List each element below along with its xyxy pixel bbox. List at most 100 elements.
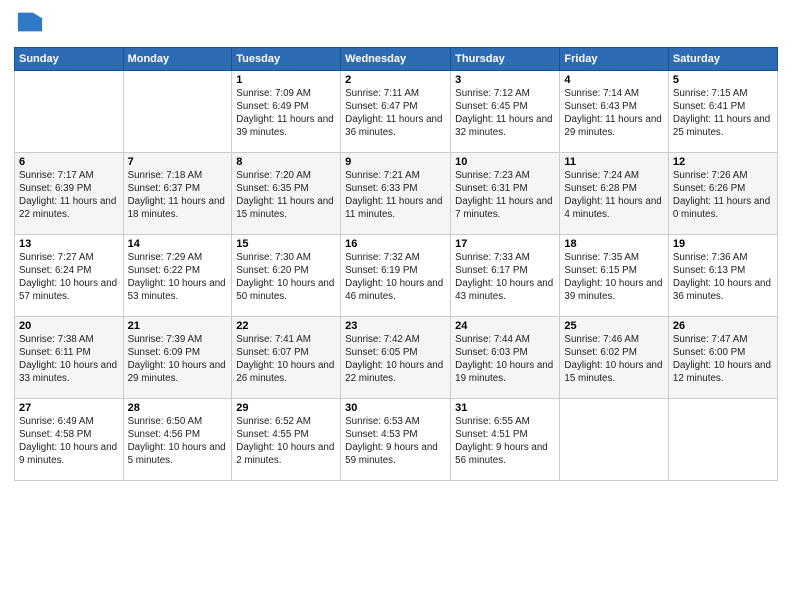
calendar-cell: 26Sunrise: 7:47 AMSunset: 6:00 PMDayligh… xyxy=(668,316,777,398)
calendar-cell: 29Sunrise: 6:52 AMSunset: 4:55 PMDayligh… xyxy=(232,398,341,480)
calendar-cell xyxy=(560,398,668,480)
calendar-cell xyxy=(123,70,232,152)
calendar-cell: 19Sunrise: 7:36 AMSunset: 6:13 PMDayligh… xyxy=(668,234,777,316)
day-number: 31 xyxy=(455,402,555,414)
day-number: 10 xyxy=(455,156,555,168)
day-number: 26 xyxy=(673,320,773,332)
day-info: Sunrise: 7:42 AMSunset: 6:05 PMDaylight:… xyxy=(345,333,446,386)
day-number: 5 xyxy=(673,74,773,86)
calendar-week-row: 20Sunrise: 7:38 AMSunset: 6:11 PMDayligh… xyxy=(15,316,778,398)
day-number: 30 xyxy=(345,402,446,414)
day-info: Sunrise: 7:47 AMSunset: 6:00 PMDaylight:… xyxy=(673,333,773,386)
day-info: Sunrise: 7:41 AMSunset: 6:07 PMDaylight:… xyxy=(236,333,336,386)
calendar-cell: 28Sunrise: 6:50 AMSunset: 4:56 PMDayligh… xyxy=(123,398,232,480)
weekday-header-thursday: Thursday xyxy=(451,47,560,70)
calendar-cell: 9Sunrise: 7:21 AMSunset: 6:33 PMDaylight… xyxy=(341,152,451,234)
day-info: Sunrise: 7:21 AMSunset: 6:33 PMDaylight:… xyxy=(345,169,446,222)
day-number: 12 xyxy=(673,156,773,168)
day-number: 9 xyxy=(345,156,446,168)
day-info: Sunrise: 7:23 AMSunset: 6:31 PMDaylight:… xyxy=(455,169,555,222)
calendar-cell: 23Sunrise: 7:42 AMSunset: 6:05 PMDayligh… xyxy=(341,316,451,398)
calendar-cell: 12Sunrise: 7:26 AMSunset: 6:26 PMDayligh… xyxy=(668,152,777,234)
day-number: 1 xyxy=(236,74,336,86)
calendar-week-row: 6Sunrise: 7:17 AMSunset: 6:39 PMDaylight… xyxy=(15,152,778,234)
day-info: Sunrise: 7:32 AMSunset: 6:19 PMDaylight:… xyxy=(345,251,446,304)
calendar-cell: 1Sunrise: 7:09 AMSunset: 6:49 PMDaylight… xyxy=(232,70,341,152)
day-info: Sunrise: 7:12 AMSunset: 6:45 PMDaylight:… xyxy=(455,87,555,140)
calendar-cell: 6Sunrise: 7:17 AMSunset: 6:39 PMDaylight… xyxy=(15,152,124,234)
day-number: 18 xyxy=(564,238,663,250)
day-info: Sunrise: 7:39 AMSunset: 6:09 PMDaylight:… xyxy=(128,333,228,386)
day-number: 24 xyxy=(455,320,555,332)
calendar-cell: 5Sunrise: 7:15 AMSunset: 6:41 PMDaylight… xyxy=(668,70,777,152)
day-number: 25 xyxy=(564,320,663,332)
calendar-cell: 14Sunrise: 7:29 AMSunset: 6:22 PMDayligh… xyxy=(123,234,232,316)
day-info: Sunrise: 7:36 AMSunset: 6:13 PMDaylight:… xyxy=(673,251,773,304)
calendar-table: SundayMondayTuesdayWednesdayThursdayFrid… xyxy=(14,47,778,481)
calendar-cell xyxy=(15,70,124,152)
logo-icon xyxy=(16,10,44,34)
day-number: 14 xyxy=(128,238,228,250)
day-number: 19 xyxy=(673,238,773,250)
day-number: 27 xyxy=(19,402,119,414)
day-info: Sunrise: 7:29 AMSunset: 6:22 PMDaylight:… xyxy=(128,251,228,304)
day-info: Sunrise: 7:15 AMSunset: 6:41 PMDaylight:… xyxy=(673,87,773,140)
calendar-cell: 24Sunrise: 7:44 AMSunset: 6:03 PMDayligh… xyxy=(451,316,560,398)
weekday-header-friday: Friday xyxy=(560,47,668,70)
day-number: 4 xyxy=(564,74,663,86)
day-info: Sunrise: 7:14 AMSunset: 6:43 PMDaylight:… xyxy=(564,87,663,140)
day-number: 3 xyxy=(455,74,555,86)
calendar-cell: 13Sunrise: 7:27 AMSunset: 6:24 PMDayligh… xyxy=(15,234,124,316)
day-info: Sunrise: 6:55 AMSunset: 4:51 PMDaylight:… xyxy=(455,415,555,468)
day-info: Sunrise: 7:35 AMSunset: 6:15 PMDaylight:… xyxy=(564,251,663,304)
calendar-cell: 21Sunrise: 7:39 AMSunset: 6:09 PMDayligh… xyxy=(123,316,232,398)
calendar-cell: 18Sunrise: 7:35 AMSunset: 6:15 PMDayligh… xyxy=(560,234,668,316)
day-number: 17 xyxy=(455,238,555,250)
calendar-cell: 7Sunrise: 7:18 AMSunset: 6:37 PMDaylight… xyxy=(123,152,232,234)
calendar-cell: 4Sunrise: 7:14 AMSunset: 6:43 PMDaylight… xyxy=(560,70,668,152)
calendar-cell: 30Sunrise: 6:53 AMSunset: 4:53 PMDayligh… xyxy=(341,398,451,480)
calendar-cell: 20Sunrise: 7:38 AMSunset: 6:11 PMDayligh… xyxy=(15,316,124,398)
weekday-header-row: SundayMondayTuesdayWednesdayThursdayFrid… xyxy=(15,47,778,70)
calendar-page: SundayMondayTuesdayWednesdayThursdayFrid… xyxy=(0,0,792,612)
weekday-header-monday: Monday xyxy=(123,47,232,70)
day-info: Sunrise: 7:20 AMSunset: 6:35 PMDaylight:… xyxy=(236,169,336,222)
calendar-cell: 16Sunrise: 7:32 AMSunset: 6:19 PMDayligh… xyxy=(341,234,451,316)
calendar-cell: 27Sunrise: 6:49 AMSunset: 4:58 PMDayligh… xyxy=(15,398,124,480)
day-number: 21 xyxy=(128,320,228,332)
weekday-header-tuesday: Tuesday xyxy=(232,47,341,70)
day-info: Sunrise: 7:09 AMSunset: 6:49 PMDaylight:… xyxy=(236,87,336,140)
calendar-week-row: 27Sunrise: 6:49 AMSunset: 4:58 PMDayligh… xyxy=(15,398,778,480)
day-info: Sunrise: 7:46 AMSunset: 6:02 PMDaylight:… xyxy=(564,333,663,386)
calendar-cell: 22Sunrise: 7:41 AMSunset: 6:07 PMDayligh… xyxy=(232,316,341,398)
calendar-cell: 2Sunrise: 7:11 AMSunset: 6:47 PMDaylight… xyxy=(341,70,451,152)
calendar-cell: 11Sunrise: 7:24 AMSunset: 6:28 PMDayligh… xyxy=(560,152,668,234)
calendar-week-row: 13Sunrise: 7:27 AMSunset: 6:24 PMDayligh… xyxy=(15,234,778,316)
logo xyxy=(14,10,44,39)
weekday-header-saturday: Saturday xyxy=(668,47,777,70)
day-number: 2 xyxy=(345,74,446,86)
calendar-cell: 3Sunrise: 7:12 AMSunset: 6:45 PMDaylight… xyxy=(451,70,560,152)
day-number: 6 xyxy=(19,156,119,168)
day-info: Sunrise: 6:50 AMSunset: 4:56 PMDaylight:… xyxy=(128,415,228,468)
calendar-cell: 15Sunrise: 7:30 AMSunset: 6:20 PMDayligh… xyxy=(232,234,341,316)
day-info: Sunrise: 6:53 AMSunset: 4:53 PMDaylight:… xyxy=(345,415,446,468)
day-info: Sunrise: 7:33 AMSunset: 6:17 PMDaylight:… xyxy=(455,251,555,304)
weekday-header-sunday: Sunday xyxy=(15,47,124,70)
day-info: Sunrise: 7:30 AMSunset: 6:20 PMDaylight:… xyxy=(236,251,336,304)
day-number: 13 xyxy=(19,238,119,250)
calendar-cell xyxy=(668,398,777,480)
day-info: Sunrise: 7:38 AMSunset: 6:11 PMDaylight:… xyxy=(19,333,119,386)
day-info: Sunrise: 7:27 AMSunset: 6:24 PMDaylight:… xyxy=(19,251,119,304)
page-header xyxy=(14,10,778,39)
calendar-cell: 31Sunrise: 6:55 AMSunset: 4:51 PMDayligh… xyxy=(451,398,560,480)
calendar-cell: 25Sunrise: 7:46 AMSunset: 6:02 PMDayligh… xyxy=(560,316,668,398)
day-info: Sunrise: 7:18 AMSunset: 6:37 PMDaylight:… xyxy=(128,169,228,222)
day-number: 28 xyxy=(128,402,228,414)
day-number: 23 xyxy=(345,320,446,332)
day-number: 7 xyxy=(128,156,228,168)
day-info: Sunrise: 7:11 AMSunset: 6:47 PMDaylight:… xyxy=(345,87,446,140)
day-info: Sunrise: 6:52 AMSunset: 4:55 PMDaylight:… xyxy=(236,415,336,468)
day-number: 16 xyxy=(345,238,446,250)
calendar-cell: 17Sunrise: 7:33 AMSunset: 6:17 PMDayligh… xyxy=(451,234,560,316)
